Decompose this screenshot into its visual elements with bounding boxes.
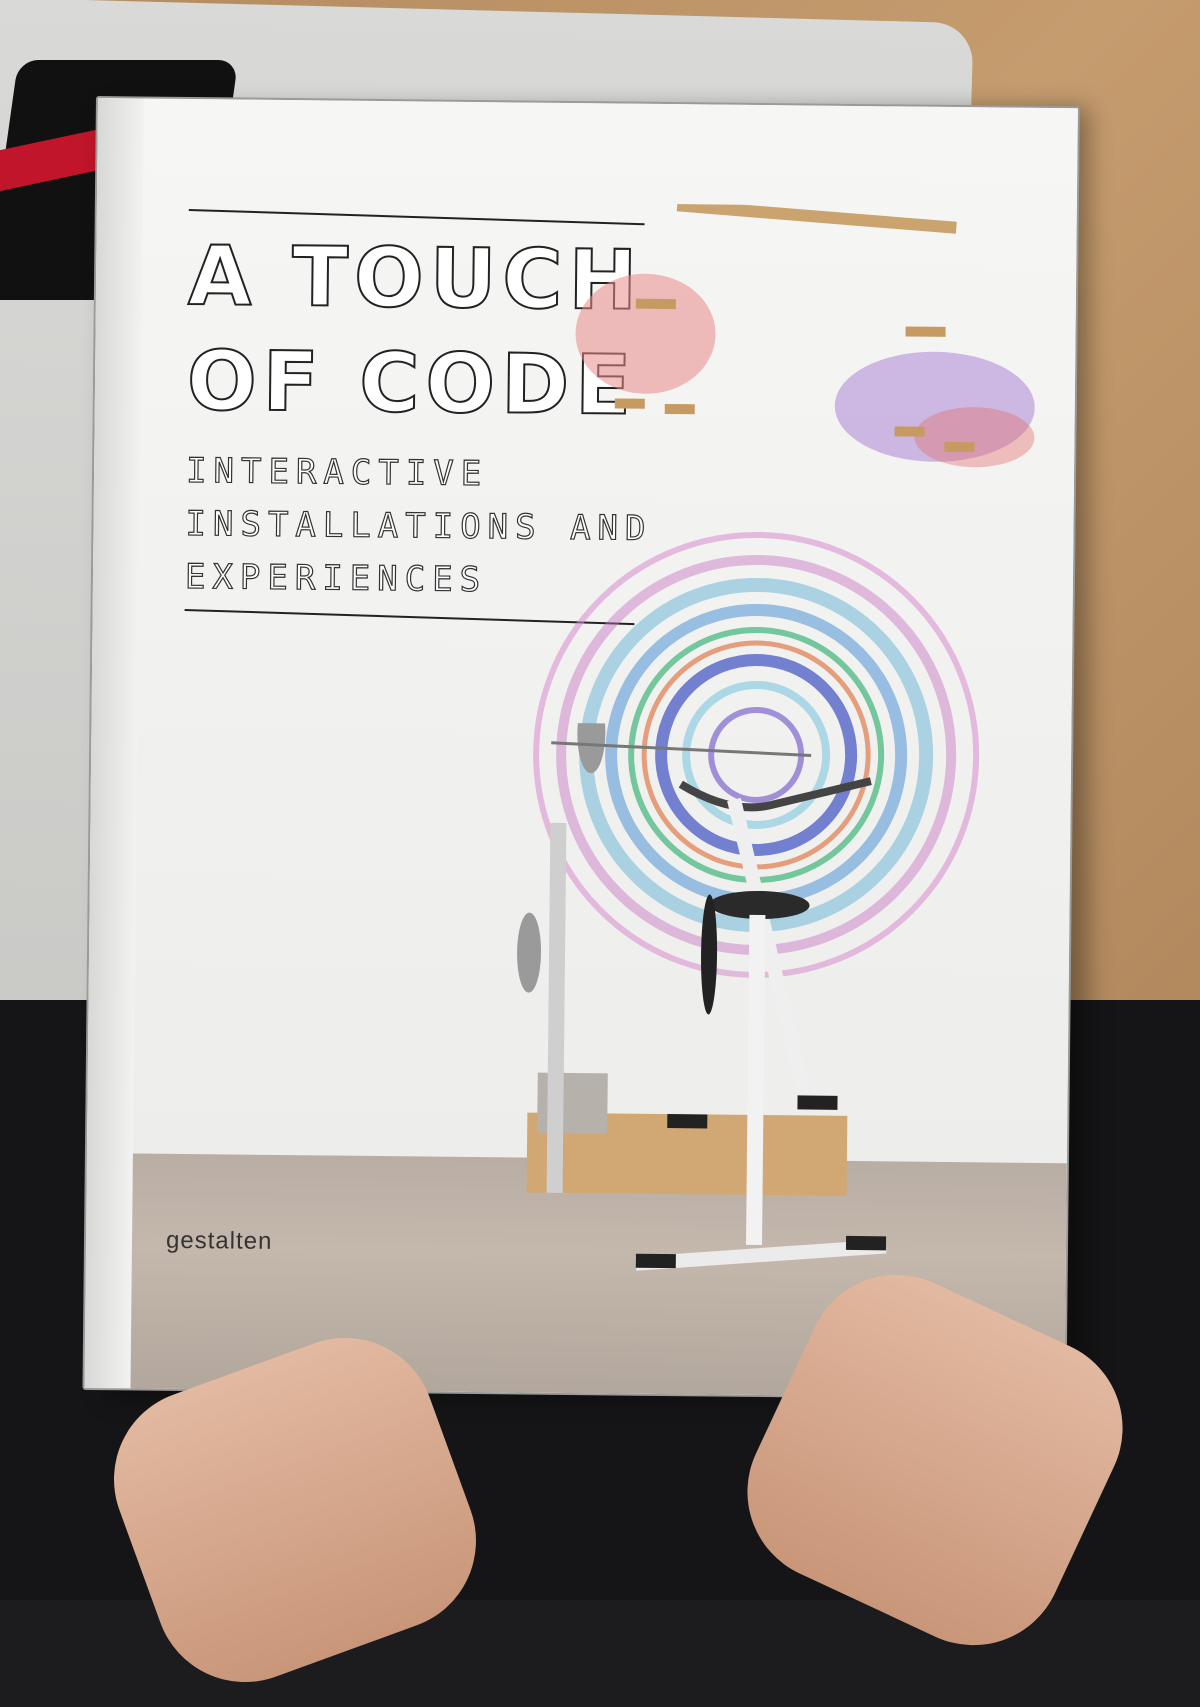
drawing-machine-art: [575, 202, 1035, 468]
publisher-logo: gestalten: [165, 1226, 273, 1255]
subtitle-line-3: EXPERIENCES: [184, 556, 488, 601]
subtitle-line-1: INTERACTIVE: [185, 450, 489, 495]
book-cover: A TOUCH OF CODE INTERACTIVE INSTALLATION…: [82, 96, 1080, 1401]
exercise-bike-illustration: [517, 722, 887, 1271]
